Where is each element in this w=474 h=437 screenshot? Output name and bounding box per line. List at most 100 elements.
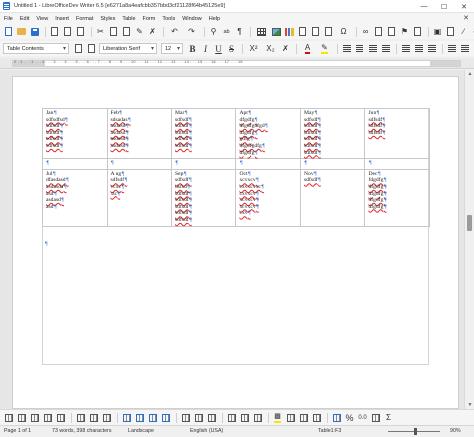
- export-pdf-button[interactable]: [49, 26, 60, 37]
- table-cell-jul[interactable]: Jul¶ dfasdasd¶ asdasda¶ asd¶ asdasd¶ asd…: [42, 168, 108, 227]
- spelling-button[interactable]: ab: [221, 26, 232, 37]
- insert-footnote-button[interactable]: [373, 26, 384, 37]
- highlighting-button[interactable]: ✎: [317, 43, 332, 54]
- align-right-button[interactable]: [367, 43, 378, 54]
- subscript-button[interactable]: X₂: [263, 43, 278, 54]
- page-style[interactable]: Landscape: [128, 428, 154, 434]
- scroll-down-icon[interactable]: ▼: [465, 401, 474, 409]
- insert-page-break-button[interactable]: [310, 26, 321, 37]
- horizontal-ruler[interactable]: 2 . 1 . . . 1 . . . 2 . . . 3 . . . 4 . …: [0, 58, 474, 69]
- select-table-button[interactable]: [121, 412, 132, 423]
- superscript-button[interactable]: X²: [246, 43, 261, 54]
- close-document-icon[interactable]: ✕: [463, 14, 469, 22]
- merge-cells-button[interactable]: [180, 412, 191, 423]
- menu-file[interactable]: File: [4, 16, 13, 22]
- table-cell-nov[interactable]: Nov¶ sdfsdf¶: [299, 168, 366, 227]
- align-left-button[interactable]: [341, 43, 352, 54]
- word-count[interactable]: 73 words, 398 characters: [52, 428, 111, 434]
- table-cell[interactable]: ¶: [106, 158, 172, 170]
- minimize-button[interactable]: —: [414, 0, 434, 13]
- redo-button[interactable]: ↷: [184, 26, 199, 37]
- undo-button[interactable]: ↶: [167, 26, 182, 37]
- bold-button[interactable]: B: [187, 43, 198, 54]
- zoom-slider-knob[interactable]: [414, 428, 417, 435]
- table-cell[interactable]: ¶: [170, 158, 237, 170]
- delete-table-button[interactable]: [101, 412, 112, 423]
- table-cell-may[interactable]: May¶ sdfsdf¶ sdfsdf¶ sdfsdf¶ sdfsdf¶ sdf…: [299, 107, 366, 160]
- new-document-button[interactable]: [3, 26, 14, 37]
- optimize-size-button[interactable]: [206, 412, 217, 423]
- print-preview-button[interactable]: [75, 26, 86, 37]
- border-color-button[interactable]: [311, 412, 322, 423]
- table-cell-apr[interactable]: Apr¶ dfgdfg¶ dfgdfgdfgd¶ dfgdfg¶ gdfg¶ d…: [235, 107, 301, 160]
- insert-hyperlink-button[interactable]: ∞: [360, 26, 371, 37]
- menu-window[interactable]: Window: [182, 16, 202, 22]
- italic-button[interactable]: I: [200, 43, 211, 54]
- insert-field-button[interactable]: [323, 26, 334, 37]
- update-style-button[interactable]: [73, 43, 84, 54]
- page-count[interactable]: Page 1 of 1: [4, 428, 31, 434]
- clear-direct-formatting-button[interactable]: ✗: [280, 43, 291, 54]
- clear-formatting-button[interactable]: ✗: [147, 26, 158, 37]
- table-cell-oct[interactable]: Oct¶ xcvxcv¶ cxvxcvxc¶ cxvxcv¶ xcvxcv¶ x…: [235, 168, 301, 227]
- table-cell[interactable]: ¶: [42, 158, 108, 170]
- table-cell-sep[interactable]: Sep¶ sdfsdf¶ dsfsd¶ sdfsdf¶ sdfsdf¶ sdfs…: [170, 168, 237, 227]
- insert-bookmark-button[interactable]: ⚑: [399, 26, 410, 37]
- insert-rows-above-button[interactable]: [16, 412, 27, 423]
- strikethrough-button[interactable]: S: [226, 43, 237, 54]
- decrease-indent-button[interactable]: [459, 43, 470, 54]
- menu-insert[interactable]: Insert: [55, 16, 69, 22]
- scroll-up-icon[interactable]: ▲: [465, 70, 474, 78]
- align-center-button[interactable]: [354, 43, 365, 54]
- scroll-thumb[interactable]: [467, 215, 472, 231]
- align-middle-button[interactable]: [239, 412, 250, 423]
- menu-format[interactable]: Format: [76, 16, 93, 22]
- maximize-button[interactable]: ☐: [434, 0, 454, 13]
- insert-endnote-button[interactable]: [386, 26, 397, 37]
- insert-columns-after-button[interactable]: [55, 412, 66, 423]
- insert-columns-before-button[interactable]: [42, 412, 53, 423]
- table-cell[interactable]: ¶: [299, 158, 366, 170]
- autoformat-button[interactable]: [331, 412, 342, 423]
- font-color-button[interactable]: A: [300, 43, 315, 54]
- sort-button[interactable]: [370, 412, 381, 423]
- menu-styles[interactable]: Styles: [100, 16, 115, 22]
- align-bottom-button[interactable]: [252, 412, 263, 423]
- cut-button[interactable]: ✂: [95, 26, 106, 37]
- menu-edit[interactable]: Edit: [20, 16, 29, 22]
- insert-textbox-button[interactable]: [297, 26, 308, 37]
- table-cell-jan[interactable]: Jan¶ sdfsdfsd¶ sdfsdf¶ sdfsdf¶ sdfsdf¶ s…: [42, 107, 108, 160]
- table-cell[interactable]: ¶: [235, 158, 301, 170]
- select-column-button[interactable]: [134, 412, 145, 423]
- table-cell-feb[interactable]: Feb¶ sdsadas¶ asdasd¶ asdasd¶ asdasd¶ as…: [106, 107, 172, 160]
- number-format-percent-button[interactable]: %: [344, 412, 355, 423]
- table-cell-jun[interactable]: Jun¶ sdfsdf¶ sdfsdf¶ sdfsdf¶: [364, 107, 430, 160]
- open-button[interactable]: [16, 26, 27, 37]
- language[interactable]: English (USA): [190, 428, 223, 434]
- font-name-select[interactable]: Liberation Serif: [99, 43, 157, 54]
- find-replace-button[interactable]: ⚲: [208, 26, 219, 37]
- insert-cross-reference-button[interactable]: [412, 26, 423, 37]
- copy-button[interactable]: [108, 26, 119, 37]
- menu-tools[interactable]: Tools: [162, 16, 175, 22]
- underline-button[interactable]: U: [213, 43, 224, 54]
- insert-table-button[interactable]: [254, 26, 269, 37]
- document-page[interactable]: Jan¶ sdfsdfsd¶ sdfsdf¶ sdfsdf¶ sdfsdf¶ s…: [12, 76, 459, 409]
- insert-chart-button[interactable]: [284, 26, 295, 37]
- insert-table-button[interactable]: [3, 412, 14, 423]
- menu-view[interactable]: View: [36, 16, 48, 22]
- numbering-button[interactable]: [413, 43, 424, 54]
- table-cell-aug[interactable]: A ug¶ sdfsdf¶ vcxc¶ \zc¶: [106, 168, 172, 227]
- menu-table[interactable]: Table: [122, 16, 135, 22]
- new-style-button[interactable]: [86, 43, 97, 54]
- font-size-select[interactable]: 12: [161, 43, 183, 54]
- vertical-scrollbar[interactable]: ▲ ▼: [464, 70, 474, 409]
- close-button[interactable]: ✕: [454, 0, 474, 13]
- formatting-marks-button[interactable]: ¶: [234, 26, 245, 37]
- insert-line-button[interactable]: ∕: [458, 26, 469, 37]
- insert-image-button[interactable]: [271, 26, 282, 37]
- outline-button[interactable]: [426, 43, 437, 54]
- paragraph-style-select[interactable]: Table Contents: [3, 43, 69, 54]
- clone-formatting-button[interactable]: ✎: [134, 26, 145, 37]
- insert-comment-button[interactable]: ▣: [432, 26, 443, 37]
